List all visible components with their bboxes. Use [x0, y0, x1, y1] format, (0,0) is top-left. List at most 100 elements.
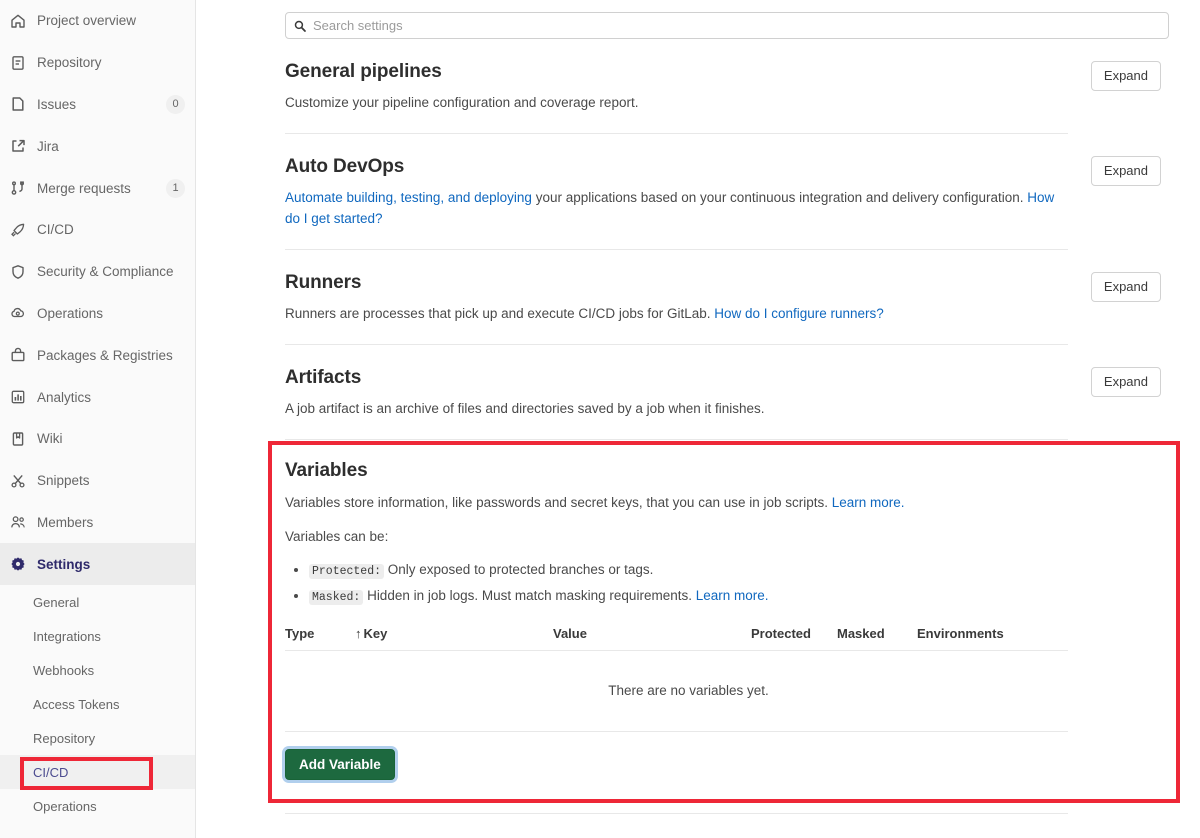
- sidebar-item-repository[interactable]: Repository: [0, 42, 195, 84]
- shield-icon: [9, 263, 27, 281]
- sidebar-item-label: Merge requests: [37, 181, 166, 196]
- chart-icon: [9, 388, 27, 406]
- sidebar-item-badge: 0: [166, 95, 185, 114]
- search-settings-wrapper: [285, 12, 1169, 39]
- sidebar-item-label: Issues: [37, 97, 166, 112]
- section-general-pipelines: General pipelines Customize your pipelin…: [285, 39, 1068, 134]
- sidebar-item-settings[interactable]: Settings: [0, 543, 195, 585]
- sidebar-subitem-ci-cd[interactable]: CI/CD: [0, 755, 195, 789]
- sidebar-item-label: Analytics: [37, 390, 185, 405]
- list-item: Protected: Only exposed to protected bra…: [309, 560, 1068, 581]
- sidebar-item-issues[interactable]: Issues0: [0, 84, 195, 126]
- sidebar-item-merge-requests[interactable]: Merge requests1: [0, 167, 195, 209]
- search-icon: [294, 20, 306, 32]
- external-link-icon: [9, 137, 27, 155]
- rocket-icon: [9, 221, 27, 239]
- add-variable-wrapper: Add Variable: [285, 732, 1068, 784]
- bottom-divider: [285, 813, 1068, 814]
- sidebar-subitem-integrations[interactable]: Integrations: [0, 619, 195, 653]
- sidebar-item-wiki[interactable]: Wiki: [0, 418, 195, 460]
- variables-table-body: There are no variables yet.: [285, 650, 1068, 731]
- column-header-value[interactable]: Value: [553, 626, 751, 651]
- expand-button-auto-devops[interactable]: Expand: [1091, 156, 1161, 186]
- sidebar-item-label: Members: [37, 515, 185, 530]
- masked-tag: Masked:: [309, 590, 363, 605]
- sidebar-item-label: Snippets: [37, 473, 185, 488]
- column-header-environments[interactable]: Environments: [917, 626, 1068, 651]
- variables-bullet-list: Protected: Only exposed to protected bra…: [285, 560, 1068, 607]
- sidebar-item-snippets[interactable]: Snippets: [0, 460, 195, 502]
- sidebar-subitem-label: Access Tokens: [33, 697, 119, 712]
- sidebar-subitem-label: Operations: [33, 799, 97, 814]
- protected-desc: Only exposed to protected branches or ta…: [384, 562, 653, 577]
- column-header-key[interactable]: ↑Key: [355, 626, 553, 651]
- column-header-masked[interactable]: Masked: [837, 626, 917, 651]
- book-icon: [9, 430, 27, 448]
- column-header-type[interactable]: Type: [285, 626, 355, 651]
- sidebar-item-members[interactable]: Members: [0, 502, 195, 544]
- protected-tag: Protected:: [309, 564, 384, 579]
- sidebar-subitem-repository[interactable]: Repository: [0, 721, 195, 755]
- package-icon: [9, 346, 27, 364]
- search-settings-box[interactable]: [285, 12, 1169, 39]
- column-header-key-label: Key: [364, 626, 388, 641]
- add-variable-button[interactable]: Add Variable: [285, 749, 395, 780]
- sidebar-item-operations[interactable]: Operations: [0, 293, 195, 335]
- sidebar-subitem-webhooks[interactable]: Webhooks: [0, 653, 195, 687]
- sidebar-item-label: Operations: [37, 306, 185, 321]
- sidebar-item-jira[interactable]: Jira: [0, 125, 195, 167]
- link-how-do-i-configure-runners[interactable]: How do I configure runners?: [714, 306, 884, 321]
- sidebar-item-badge: 1: [166, 179, 185, 198]
- users-icon: [9, 513, 27, 531]
- sidebar-subitem-label: General: [33, 595, 79, 610]
- list-item: Masked: Hidden in job logs. Must match m…: [309, 586, 1068, 607]
- table-row-empty: There are no variables yet.: [285, 650, 1068, 731]
- cloud-gear-icon: [9, 304, 27, 322]
- masked-desc: Hidden in job logs. Must match masking r…: [363, 588, 695, 603]
- sidebar-subitem-label: CI/CD: [33, 765, 68, 780]
- scissors-icon: [9, 472, 27, 490]
- sidebar-item-label: Security & Compliance: [37, 264, 185, 279]
- section-title-auto-devops: Auto DevOps: [285, 156, 1068, 178]
- sidebar-subitem-label: Repository: [33, 731, 95, 746]
- sidebar-item-label: Settings: [37, 557, 185, 572]
- link-learn-more-variables[interactable]: Learn more.: [832, 495, 905, 510]
- expand-button-artifacts[interactable]: Expand: [1091, 367, 1161, 397]
- sidebar-subitem-label: Webhooks: [33, 663, 94, 678]
- section-desc-auto-devops: Automate building, testing, and deployin…: [285, 188, 1060, 229]
- expand-button-general-pipelines[interactable]: Expand: [1091, 61, 1161, 91]
- expand-button-runners[interactable]: Expand: [1091, 272, 1161, 302]
- section-title-runners: Runners: [285, 272, 1068, 294]
- sidebar-item-project-overview[interactable]: Project overview: [0, 0, 195, 42]
- sidebar-item-ci-cd[interactable]: CI/CD: [0, 209, 195, 251]
- section-desc-artifacts: A job artifact is an archive of files an…: [285, 399, 1060, 419]
- empty-state-message: There are no variables yet.: [285, 650, 1068, 731]
- sidebar-subitem-general[interactable]: General: [0, 585, 195, 619]
- sidebar-item-security-compliance[interactable]: Security & Compliance: [0, 251, 195, 293]
- sidebar-item-label: Packages & Registries: [37, 348, 185, 363]
- sidebar-item-label: Jira: [37, 139, 185, 154]
- sidebar-item-label: CI/CD: [37, 222, 185, 237]
- home-icon: [9, 12, 27, 30]
- section-title-general-pipelines: General pipelines: [285, 61, 1068, 83]
- sidebar-item-packages-registries[interactable]: Packages & Registries: [0, 334, 195, 376]
- link-learn-more-masked[interactable]: Learn more.: [696, 588, 769, 603]
- sidebar-item-label: Repository: [37, 55, 185, 70]
- merge-request-icon: [9, 179, 27, 197]
- link-automate-building[interactable]: Automate building, testing, and deployin…: [285, 190, 532, 205]
- section-desc-general-pipelines: Customize your pipeline configuration an…: [285, 93, 1060, 113]
- section-auto-devops: Auto DevOps Automate building, testing, …: [285, 134, 1068, 250]
- variables-table: Type ↑Key Value Protected Masked Environ…: [285, 626, 1068, 732]
- section-title-variables: Variables: [285, 460, 1068, 482]
- search-settings-input[interactable]: [313, 13, 1160, 38]
- document-icon: [9, 54, 27, 72]
- variables-intro-text: Variables store information, like passwo…: [285, 495, 832, 510]
- variables-intro: Variables store information, like passwo…: [285, 493, 1068, 513]
- sidebar-subitem-access-tokens[interactable]: Access Tokens: [0, 687, 195, 721]
- section-runners: Runners Runners are processes that pick …: [285, 250, 1068, 345]
- column-header-protected[interactable]: Protected: [751, 626, 837, 651]
- section-title-artifacts: Artifacts: [285, 367, 1068, 389]
- sidebar-subitem-operations[interactable]: Operations: [0, 789, 195, 823]
- sidebar-item-label: Project overview: [37, 13, 185, 28]
- sidebar-item-analytics[interactable]: Analytics: [0, 376, 195, 418]
